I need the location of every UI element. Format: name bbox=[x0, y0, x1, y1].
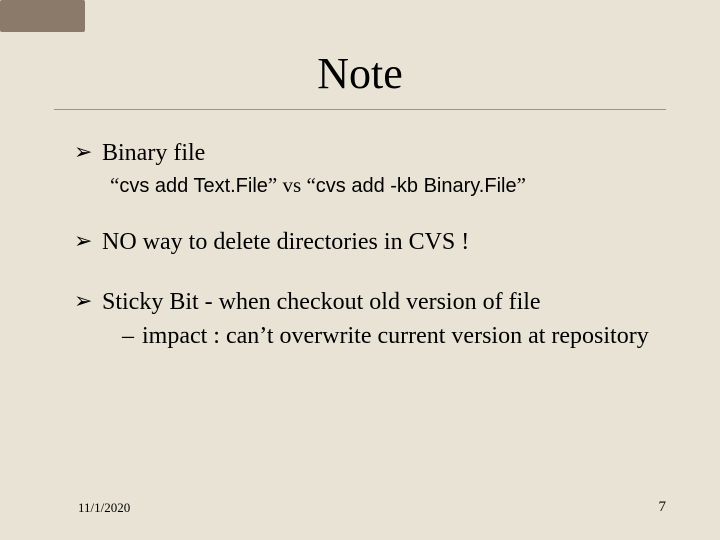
bullet-binary-file-sub: “cvs add Text.File” vs “cvs add -kb Bina… bbox=[110, 172, 660, 199]
bullet-sticky-bit-sub: impact : can’t overwrite current version… bbox=[122, 321, 660, 351]
bullet-no-delete: NO way to delete directories in CVS ! bbox=[74, 227, 660, 257]
bullet-binary-file: Binary file bbox=[74, 138, 660, 168]
slide: Note Binary file “cvs add Text.File” vs … bbox=[0, 0, 720, 540]
cmd-text-file: cvs add Text.File bbox=[119, 175, 268, 197]
footer-page-number: 7 bbox=[659, 499, 667, 516]
bullet-text: Binary file bbox=[102, 140, 205, 166]
title-rule bbox=[54, 109, 666, 110]
quote-close-2: ” bbox=[517, 173, 526, 197]
footer-date: 11/1/2020 bbox=[78, 500, 130, 516]
quote-open-2: “ bbox=[306, 173, 315, 197]
vs-text: vs bbox=[277, 173, 306, 197]
quote-open: “ bbox=[110, 173, 119, 197]
bullet-sticky-bit: Sticky Bit - when checkout old version o… bbox=[74, 287, 660, 317]
sub-text: impact : can’t overwrite current version… bbox=[142, 323, 649, 349]
bullet-text: Sticky Bit - when checkout old version o… bbox=[102, 289, 541, 315]
slide-title: Note bbox=[0, 48, 720, 99]
slide-content: Binary file “cvs add Text.File” vs “cvs … bbox=[74, 138, 660, 351]
quote-close: ” bbox=[268, 173, 277, 197]
cmd-binary-file: cvs add -kb Binary.File bbox=[316, 175, 517, 197]
bullet-text: NO way to delete directories in CVS ! bbox=[102, 229, 469, 255]
